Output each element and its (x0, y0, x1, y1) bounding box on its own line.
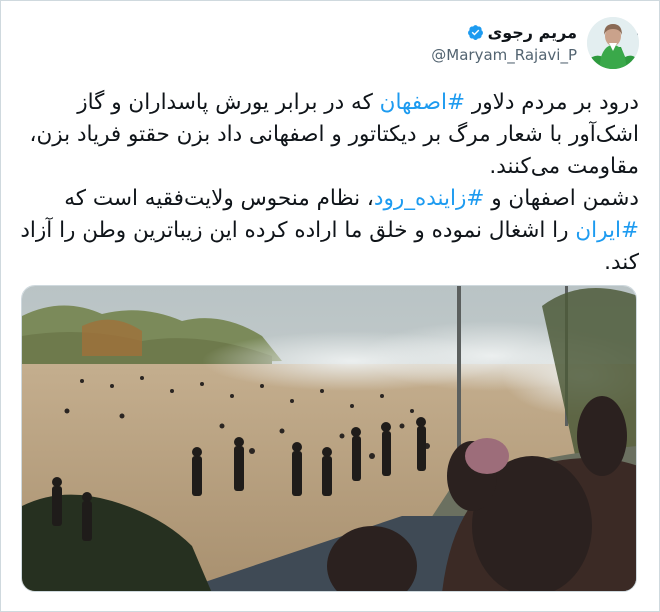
hashtag-link[interactable]: #زاینده_رود (374, 186, 484, 211)
tweet-text-segment: ، نظام منحوس ولایت‌فقیه است که (57, 186, 374, 211)
hashtag-link[interactable]: #ایران (575, 218, 639, 243)
profile-photo-icon (587, 17, 639, 69)
tweet-text: درود بر مردم دلاور #اصفهان که در برابر ی… (17, 87, 639, 279)
verified-badge-icon (467, 24, 483, 40)
hashtag-link[interactable]: #اصفهان (380, 90, 465, 115)
tweet-text-segment: را اشغال نموده و خلق ما اراده کرده این ز… (13, 218, 639, 275)
author-handle[interactable]: @Maryam_Rajavi_P (431, 46, 577, 64)
author-display-name[interactable]: مریم رجوی (488, 23, 577, 42)
tweet-photo[interactable] (21, 285, 637, 592)
tweet-header: مریم رجوی @Maryam_Rajavi_P (431, 15, 639, 71)
tweet-text-segment: درود بر مردم دلاور (465, 90, 639, 115)
author-avatar[interactable] (587, 17, 639, 69)
display-name-row: مریم رجوی (467, 23, 577, 42)
attached-photo-crowd-protest (22, 286, 636, 591)
tweet-card: مریم رجوی @Maryam_Rajavi_P درود بر مردم … (0, 0, 660, 612)
author-names: مریم رجوی @Maryam_Rajavi_P (431, 23, 577, 64)
